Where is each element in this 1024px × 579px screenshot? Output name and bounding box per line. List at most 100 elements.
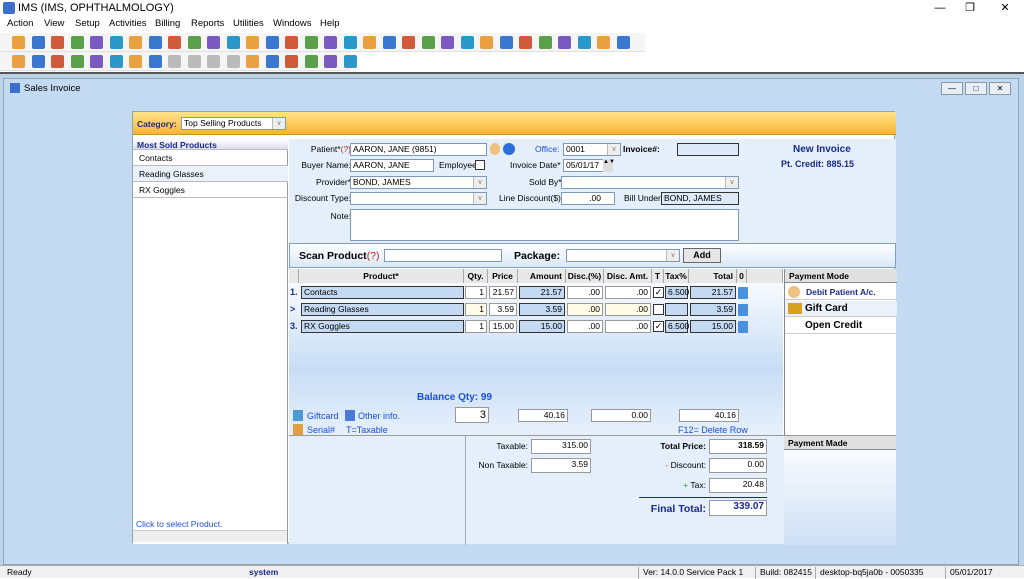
serial-link[interactable]: Serial#	[307, 425, 335, 435]
lock-icon[interactable]	[597, 36, 610, 49]
print-icon[interactable]	[148, 55, 162, 68]
first-icon[interactable]	[168, 55, 181, 68]
payment-icon[interactable]	[246, 36, 259, 49]
category-select[interactable]: Top Selling Products ∨	[181, 117, 286, 130]
refresh2-icon[interactable]	[538, 36, 552, 49]
taxable-checkbox[interactable]	[653, 304, 664, 315]
giftcard-icon[interactable]	[293, 410, 303, 421]
office-select[interactable]: 0001 ∨	[563, 143, 621, 156]
menu-windows[interactable]: Windows	[273, 18, 312, 29]
restore-button[interactable]: ❐	[955, 0, 985, 16]
refresh-icon[interactable]	[285, 55, 298, 68]
row-details-icon[interactable]	[738, 287, 748, 299]
save-icon[interactable]	[109, 55, 123, 68]
qty-cell[interactable]: 1	[465, 320, 487, 333]
menu-reports[interactable]: Reports	[191, 18, 224, 29]
add-icon[interactable]	[51, 55, 64, 68]
package-icon[interactable]	[382, 36, 396, 49]
qty-cell[interactable]: 1	[465, 286, 487, 299]
disca-cell[interactable]: .00	[605, 303, 651, 316]
product-cell[interactable]: Reading Glasses	[301, 303, 464, 316]
menu-action[interactable]: Action	[7, 18, 33, 29]
employee-checkbox[interactable]	[475, 160, 485, 170]
payment-open-credit[interactable]: Open Credit	[785, 318, 897, 334]
provider-select[interactable]: BOND, JAMES ∨	[350, 176, 487, 189]
price-cell[interactable]: 3.59	[489, 303, 517, 316]
find-icon[interactable]	[31, 55, 45, 68]
package-select[interactable]: ∨	[566, 249, 680, 262]
sold-by-select[interactable]: ∨	[561, 176, 739, 189]
next-icon[interactable]	[207, 55, 220, 68]
menu-setup[interactable]: Setup	[75, 18, 100, 29]
row-details-icon[interactable]	[738, 321, 748, 333]
dollar-icon[interactable]	[187, 36, 201, 49]
discp-cell[interactable]: .00	[567, 320, 603, 333]
qty-cell[interactable]: 1	[465, 303, 487, 316]
transfer-icon[interactable]	[519, 36, 532, 49]
prescription-icon[interactable]	[109, 36, 123, 49]
undo-icon[interactable]	[129, 55, 142, 68]
disca-cell[interactable]: .00	[605, 286, 651, 299]
edit-record-icon[interactable]	[90, 36, 103, 49]
report-icon[interactable]	[324, 36, 337, 49]
table-icon[interactable]	[480, 36, 493, 49]
scan-product-field[interactable]	[384, 249, 502, 262]
menu-activities[interactable]: Activities	[109, 18, 146, 29]
price-cell[interactable]: 15.00	[489, 320, 517, 333]
import-icon[interactable]	[421, 36, 435, 49]
giftcard-link[interactable]: Giftcard	[307, 411, 339, 421]
edit-icon[interactable]	[70, 55, 84, 68]
date-spinner[interactable]: ▲▼	[603, 159, 615, 172]
prev-icon[interactable]	[187, 55, 201, 68]
discp-cell[interactable]: .00	[567, 303, 603, 316]
list-item[interactable]: Reading Glasses	[133, 166, 288, 182]
patient-icon[interactable]	[12, 36, 25, 49]
invoice-number-field[interactable]	[677, 143, 739, 156]
sort-icon[interactable]	[246, 55, 259, 68]
lab-flask-icon[interactable]	[129, 36, 142, 49]
minimize-button[interactable]: —	[925, 0, 955, 16]
claims-icon[interactable]	[265, 36, 279, 49]
cut-icon[interactable]	[499, 36, 513, 49]
serial-icon[interactable]	[293, 424, 303, 435]
chart2-icon[interactable]	[460, 36, 474, 49]
other-info-icon[interactable]	[345, 410, 355, 421]
document-icon[interactable]	[148, 36, 162, 49]
payment-gift-card[interactable]: Gift Card	[785, 301, 897, 317]
fax-icon[interactable]	[304, 55, 318, 68]
patient-lookup-icon[interactable]	[490, 143, 500, 155]
box-icon[interactable]	[363, 36, 376, 49]
scan-help[interactable]: (?)	[367, 250, 380, 262]
menu-help[interactable]: Help	[320, 18, 340, 29]
add-patient-icon[interactable]	[503, 143, 515, 155]
taxable-checkbox[interactable]: ✓	[653, 321, 664, 332]
list-item[interactable]: RX Goggles	[133, 182, 288, 198]
close-button[interactable]: ✕	[990, 0, 1020, 16]
product-cell[interactable]: Contacts	[301, 286, 464, 299]
payment-debit-patient[interactable]: Debit Patient A/c.	[785, 284, 897, 300]
open-icon[interactable]	[12, 55, 25, 68]
patient-edit-icon[interactable]	[31, 36, 45, 49]
patient-check-icon[interactable]	[51, 36, 64, 49]
window-close-button[interactable]: ✕	[989, 82, 1011, 95]
window-minimize-button[interactable]: —	[941, 82, 963, 95]
chart-icon[interactable]	[441, 36, 454, 49]
billing-icon[interactable]	[207, 36, 220, 49]
taxable-checkbox[interactable]: ✓	[653, 287, 664, 298]
table-row[interactable]: > Reading Glasses 1 3.59 3.59.00.00 3.59	[289, 303, 749, 317]
tools-icon[interactable]	[304, 36, 318, 49]
last-icon[interactable]	[226, 55, 240, 68]
help-icon[interactable]	[577, 36, 591, 49]
patient-field[interactable]: AARON, JANE (9851)	[350, 143, 487, 156]
preview-icon[interactable]	[265, 55, 279, 68]
other-info-link[interactable]: Other info.	[358, 411, 400, 421]
line-discount-field[interactable]: .00	[561, 192, 615, 205]
row-details-icon[interactable]	[738, 304, 748, 316]
list-item[interactable]: Contacts	[133, 150, 288, 166]
copy-icon[interactable]	[168, 36, 181, 49]
letter-icon[interactable]	[343, 36, 357, 49]
window-icon[interactable]	[558, 36, 571, 49]
discount-type-select[interactable]: ∨	[350, 192, 487, 205]
calendar-icon[interactable]	[285, 36, 298, 49]
product-cell[interactable]: RX Goggles	[301, 320, 464, 333]
